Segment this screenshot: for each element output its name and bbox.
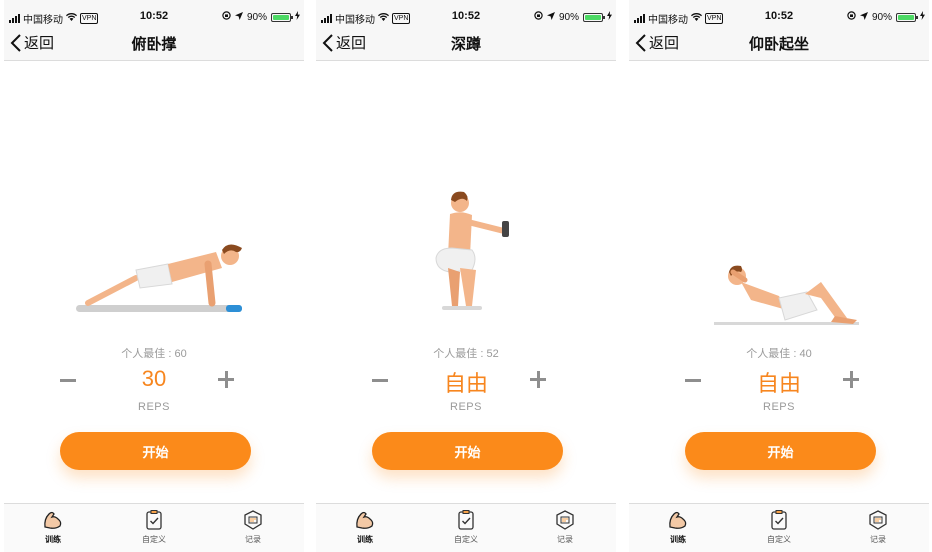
battery-percent: 90% — [871, 11, 892, 23]
clipboard-check-icon — [146, 510, 162, 530]
start-button[interactable]: 开始 — [60, 432, 251, 470]
phone-screen-situp: 中国移动 VPN 10:52 90% 返回 仰卧起坐 个人最佳: 40 自由 … — [629, 0, 929, 552]
tab-bar: 训练 自定义 记录 — [629, 503, 929, 552]
phone-screen-squat: 中国移动 VPN 10:52 90% 返回 深蹲 个人最佳: 52 自由 RE… — [316, 0, 616, 552]
tab-records[interactable]: 记录 — [223, 509, 283, 545]
charging-icon — [920, 11, 925, 23]
record-badge-icon — [556, 510, 574, 530]
increment-button[interactable] — [212, 368, 240, 392]
battery-icon — [583, 12, 605, 22]
reps-unit: REPS — [450, 401, 482, 413]
rep-count: 自由 — [443, 371, 488, 396]
flexed-arm-icon — [44, 511, 62, 529]
tab-label: 自定义 — [454, 535, 478, 544]
location-icon — [546, 11, 555, 23]
start-button[interactable]: 开始 — [372, 432, 563, 470]
battery-percent: 90% — [246, 11, 267, 23]
tab-label: 记录 — [557, 535, 573, 544]
rep-count: 自由 — [756, 371, 801, 396]
rep-count: 30 — [141, 366, 167, 391]
nav-bar: 返回 仰卧起坐 — [629, 24, 929, 61]
charging-icon — [295, 11, 300, 23]
clipboard-check-icon — [458, 510, 474, 530]
tab-records[interactable]: 记录 — [535, 509, 595, 545]
situp-illustration — [629, 160, 929, 335]
location-icon — [234, 11, 243, 23]
orientation-lock-icon — [847, 11, 856, 23]
rep-counter: 自由 — [316, 362, 616, 398]
tab-training[interactable]: 训练 — [648, 509, 708, 545]
page-title: 深蹲 — [450, 36, 481, 53]
tab-label: 自定义 — [767, 535, 791, 544]
tab-label: 自定义 — [142, 535, 166, 544]
decrement-button[interactable] — [54, 370, 82, 390]
tab-label: 记录 — [870, 535, 886, 544]
record-badge-icon — [869, 510, 887, 530]
tab-label: 训练 — [45, 535, 61, 544]
reps-unit: REPS — [763, 401, 795, 413]
increment-button[interactable] — [524, 368, 552, 392]
screens: 中国移动 VPN 10:52 90% 返回 俯卧撑 个人最佳: 60 30 R… — [0, 0, 932, 552]
tab-training[interactable]: 训练 — [23, 509, 83, 545]
nav-bar: 返回 俯卧撑 — [4, 24, 304, 61]
tab-bar: 训练 自定义 记录 — [316, 503, 616, 552]
personal-best: 个人最佳 : 40 — [746, 348, 812, 360]
nav-bar: 返回 深蹲 — [316, 24, 616, 61]
squat-illustration — [316, 160, 616, 335]
tab-custom[interactable]: 自定义 — [436, 509, 496, 545]
personal-best: 个人最佳 : 52 — [433, 348, 499, 360]
tab-custom[interactable]: 自定义 — [749, 509, 809, 545]
tab-label: 训练 — [670, 535, 686, 544]
tab-records[interactable]: 记录 — [848, 509, 908, 545]
phone-screen-pushup: 中国移动 VPN 10:52 90% 返回 俯卧撑 个人最佳: 60 30 R… — [4, 0, 304, 552]
clipboard-check-icon — [771, 510, 787, 530]
tab-bar: 训练 自定义 记录 — [4, 503, 304, 552]
flexed-arm-icon — [356, 511, 374, 529]
tab-label: 记录 — [245, 535, 261, 544]
tab-custom[interactable]: 自定义 — [124, 509, 184, 545]
battery-icon — [896, 12, 918, 22]
orientation-lock-icon — [222, 11, 231, 23]
flexed-arm-icon — [669, 511, 687, 529]
location-icon — [859, 11, 868, 23]
rep-counter: 30 — [4, 362, 304, 398]
page-title: 俯卧撑 — [131, 36, 177, 53]
start-button[interactable]: 开始 — [685, 432, 876, 470]
tab-label: 训练 — [357, 535, 373, 544]
charging-icon — [607, 11, 612, 23]
page-title: 仰卧起坐 — [748, 36, 809, 53]
decrement-button[interactable] — [366, 370, 394, 390]
orientation-lock-icon — [534, 11, 543, 23]
battery-icon — [271, 12, 293, 22]
record-badge-icon — [244, 510, 262, 530]
tab-training[interactable]: 训练 — [335, 509, 395, 545]
reps-unit: REPS — [138, 401, 170, 413]
decrement-button[interactable] — [679, 370, 707, 390]
battery-percent: 90% — [558, 11, 579, 23]
pushup-illustration — [4, 160, 304, 335]
increment-button[interactable] — [837, 368, 865, 392]
rep-counter: 自由 — [629, 362, 929, 398]
personal-best: 个人最佳 : 60 — [121, 348, 187, 360]
